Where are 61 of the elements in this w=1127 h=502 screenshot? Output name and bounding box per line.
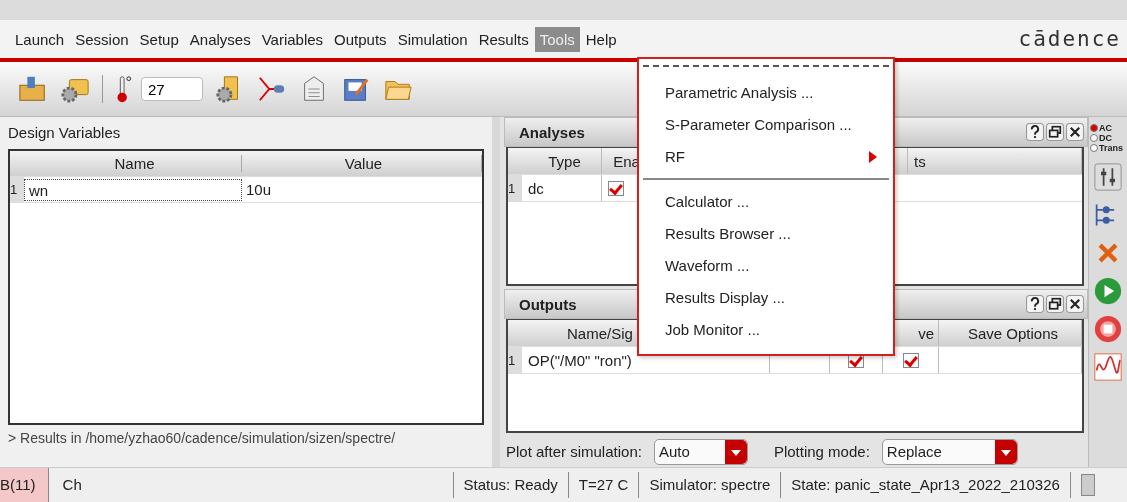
stop-icon[interactable] (1094, 315, 1122, 343)
close-icon[interactable] (1066, 295, 1084, 313)
probe-icon[interactable] (257, 74, 287, 104)
status-field: B(11) (0, 468, 49, 502)
plot-after-dropdown[interactable]: Auto (653, 438, 748, 465)
column-header[interactable]: Save Options (939, 320, 1082, 346)
column-header[interactable]: Name (24, 155, 242, 172)
resize-grip (1080, 474, 1095, 496)
column-header[interactable]: Type (522, 148, 602, 174)
radio-option[interactable]: AC (1090, 123, 1126, 133)
sliders-icon[interactable] (1094, 163, 1122, 191)
menu-item[interactable]: S-Parameter Comparison ... (639, 109, 893, 141)
waveform-icon[interactable] (1094, 353, 1122, 381)
status-field: Simulator: spectre (639, 472, 782, 498)
status-field: Ch (48, 472, 454, 498)
run-icon[interactable] (1094, 277, 1122, 305)
menu-item[interactable]: Outputs (329, 26, 392, 52)
menu-item[interactable]: Launch (10, 26, 70, 52)
checkbox[interactable] (902, 352, 919, 368)
menu-item[interactable]: Parametric Analysis ... (639, 77, 893, 109)
help-icon[interactable] (1026, 123, 1044, 141)
log-line: > Results in /home/yzhao60/cadence/simulation/sizen/spectre/ (8, 429, 397, 447)
panel-title: Analyses (519, 123, 585, 141)
menu-item[interactable]: Results Display ... (639, 282, 893, 314)
row-number: 1 (508, 175, 522, 201)
table-cell[interactable]: 10u (242, 181, 482, 198)
menu-item[interactable]: Waveform ... (639, 250, 893, 282)
plotting-mode-dropdown[interactable]: Replace (881, 438, 1018, 465)
menu-item[interactable]: Calculator ... (639, 186, 893, 218)
status-field: State: panic_state_Apr13_2022_210326 (781, 472, 1071, 498)
restore-icon[interactable] (1046, 123, 1064, 141)
radio-option[interactable]: DC (1090, 133, 1126, 143)
restore-icon[interactable] (1046, 295, 1064, 313)
logo: cādence (1018, 27, 1121, 51)
row-number: 1 (10, 177, 24, 202)
radio-option[interactable]: Trans (1090, 143, 1126, 153)
column-header[interactable]: ts (908, 148, 1082, 174)
menu-item[interactable]: Analyses (184, 26, 256, 52)
field-label: Plotting mode: (773, 443, 870, 460)
table-cell[interactable]: wn (24, 178, 242, 201)
close-icon[interactable] (1066, 123, 1084, 141)
field-label: Plot after simulation: (506, 443, 642, 460)
status-field: T=27 C (568, 472, 640, 498)
menu-item[interactable]: Help (580, 26, 622, 52)
folder-chart-icon[interactable] (18, 74, 48, 104)
temperature-field[interactable]: 27 (141, 77, 203, 101)
table-cell: dc (522, 175, 602, 201)
panel-title: Outputs (519, 295, 577, 313)
menu-item[interactable]: Simulation (392, 26, 473, 52)
panel-title: Design Variables (8, 123, 122, 143)
menu-item[interactable]: Variables (256, 26, 329, 52)
menu-item[interactable]: Setup (134, 26, 184, 52)
status-field: Status: Ready (453, 472, 569, 498)
menu-item[interactable]: Session (70, 26, 134, 52)
menu-item[interactable]: Results Browser ... (639, 218, 893, 250)
submenu-arrow-icon (869, 151, 877, 163)
row-number: 1 (508, 347, 522, 373)
column-header[interactable]: Value (242, 155, 482, 172)
menu-item[interactable]: Results (473, 26, 534, 52)
checkbox[interactable] (608, 180, 624, 196)
help-icon[interactable] (1026, 295, 1044, 313)
